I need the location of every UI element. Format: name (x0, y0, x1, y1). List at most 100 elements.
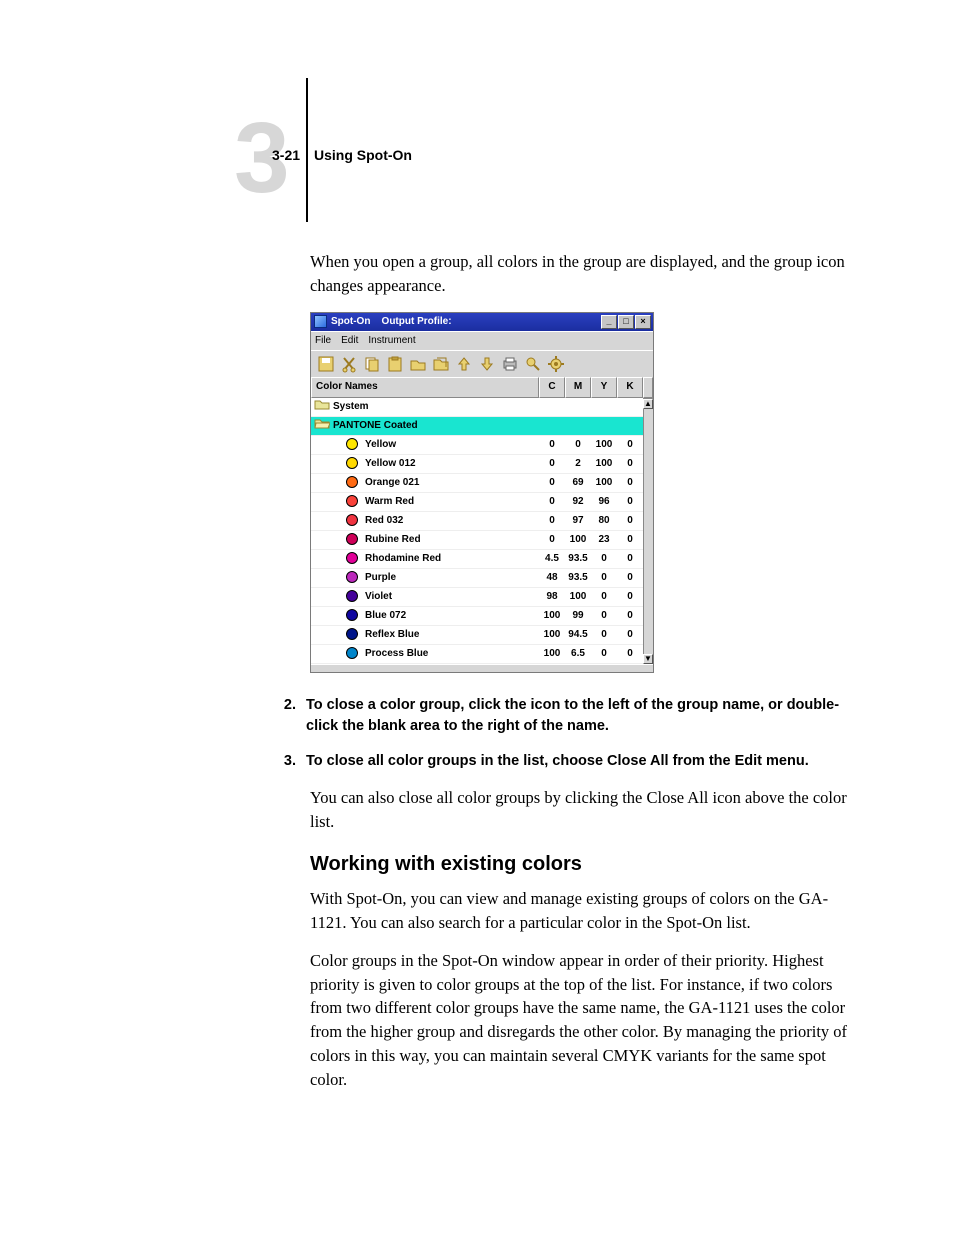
val-k: 0 (617, 457, 643, 472)
color-swatch-icon (346, 647, 358, 659)
menu-edit[interactable]: Edit (341, 334, 358, 349)
val-k: 0 (617, 571, 643, 586)
step3-text: To close all color groups in the list, c… (306, 751, 809, 772)
val-y: 100 (591, 457, 617, 472)
scroll-up-icon[interactable]: ▲ (643, 399, 653, 409)
color-swatch-icon (346, 609, 358, 621)
minimize-button[interactable]: _ (601, 315, 617, 329)
val-c: 0 (539, 533, 565, 548)
color-swatch-icon (346, 533, 358, 545)
color-row[interactable]: Blue 0721009900 (311, 607, 643, 626)
val-m: 0 (565, 438, 591, 453)
page-number: 3-21 (272, 147, 300, 163)
settings-icon[interactable] (547, 355, 565, 373)
header-color-names[interactable]: Color Names (311, 377, 539, 398)
val-y: 0 (591, 609, 617, 624)
save-icon[interactable] (317, 355, 335, 373)
color-swatch-icon (346, 571, 358, 583)
color-swatch-icon (346, 514, 358, 526)
color-name: Rhodamine Red (363, 552, 539, 567)
running-head: Using Spot-On (314, 147, 412, 163)
color-row[interactable]: Process Blue1006.500 (311, 645, 643, 664)
close-button[interactable]: × (635, 315, 651, 329)
val-y: 0 (591, 552, 617, 567)
step2-text: To close a color group, click the icon t… (306, 695, 864, 737)
header-y[interactable]: Y (591, 377, 617, 398)
color-swatch-icon (346, 590, 358, 602)
window-title: Spot-On Output Profile: (331, 315, 600, 330)
group-open-icon[interactable] (311, 417, 333, 435)
find-icon[interactable] (524, 355, 542, 373)
copy-icon[interactable] (363, 355, 381, 373)
color-row[interactable]: Yellow001000 (311, 436, 643, 455)
color-name: Violet (363, 590, 539, 605)
val-c: 98 (539, 590, 565, 605)
header-m[interactable]: M (565, 377, 591, 398)
group-system[interactable]: System (311, 398, 643, 417)
val-k: 0 (617, 438, 643, 453)
val-m: 100 (565, 590, 591, 605)
val-m: 69 (565, 476, 591, 491)
color-row[interactable]: Warm Red092960 (311, 493, 643, 512)
open-icon[interactable] (409, 355, 427, 373)
val-y: 0 (591, 647, 617, 662)
color-row[interactable]: Orange 0210691000 (311, 474, 643, 493)
maximize-button[interactable]: □ (618, 315, 634, 329)
para-b: Color groups in the Spot-On window appea… (310, 949, 864, 1093)
color-swatch-icon (346, 457, 358, 469)
color-row[interactable]: Yellow 012021000 (311, 455, 643, 474)
val-c: 0 (539, 514, 565, 529)
titlebar[interactable]: Spot-On Output Profile: _ □ × (311, 313, 653, 331)
section-heading: Working with existing colors (310, 850, 864, 879)
para-a: With Spot-On, you can view and manage ex… (310, 887, 864, 935)
color-row[interactable]: Reflex Blue10094.500 (311, 626, 643, 645)
header-k[interactable]: K (617, 377, 643, 398)
val-k: 0 (617, 609, 643, 624)
scroll-down-icon[interactable]: ▼ (643, 654, 653, 664)
val-c: 100 (539, 628, 565, 643)
val-k: 0 (617, 495, 643, 510)
scrollbar[interactable]: ▲ ▼ (643, 398, 653, 664)
color-swatch-icon (346, 495, 358, 507)
color-swatch-icon (346, 476, 358, 488)
color-swatch-icon (346, 628, 358, 640)
menu-file[interactable]: File (315, 334, 331, 349)
val-c: 0 (539, 457, 565, 472)
down-icon[interactable] (478, 355, 496, 373)
val-k: 0 (617, 476, 643, 491)
color-name: Reflex Blue (363, 628, 539, 643)
color-row[interactable]: Rhodamine Red4.593.500 (311, 550, 643, 569)
color-row[interactable]: Purple4893.500 (311, 569, 643, 588)
color-name: Rubine Red (363, 533, 539, 548)
group-closed-icon[interactable] (311, 398, 333, 416)
toolbar (311, 350, 653, 377)
val-y: 0 (591, 628, 617, 643)
color-name: Orange 021 (363, 476, 539, 491)
print-icon[interactable] (501, 355, 519, 373)
cut-icon[interactable] (340, 355, 358, 373)
val-m: 97 (565, 514, 591, 529)
val-k: 0 (617, 647, 643, 662)
val-m: 93.5 (565, 571, 591, 586)
menu-instrument[interactable]: Instrument (368, 334, 415, 349)
header-c[interactable]: C (539, 377, 565, 398)
header-divider (306, 78, 308, 222)
val-m: 92 (565, 495, 591, 510)
up-icon[interactable] (455, 355, 473, 373)
color-name: Purple (363, 571, 539, 586)
val-c: 4.5 (539, 552, 565, 567)
color-swatch-icon (346, 552, 358, 564)
paste-icon[interactable] (386, 355, 404, 373)
val-c: 100 (539, 647, 565, 662)
val-y: 23 (591, 533, 617, 548)
val-y: 80 (591, 514, 617, 529)
group-pantone-coated[interactable]: PANTONE Coated (311, 417, 643, 436)
color-row[interactable]: Violet9810000 (311, 588, 643, 607)
color-row[interactable]: Rubine Red0100230 (311, 531, 643, 550)
color-list[interactable]: System PANTONE Coated Yellow001000Yellow… (311, 398, 643, 664)
color-row[interactable]: Red 032097800 (311, 512, 643, 531)
after-step3: You can also close all color groups by c… (310, 786, 864, 834)
list-header: Color Names C M Y K (311, 377, 653, 398)
close-all-icon[interactable] (432, 355, 450, 373)
val-c: 0 (539, 476, 565, 491)
